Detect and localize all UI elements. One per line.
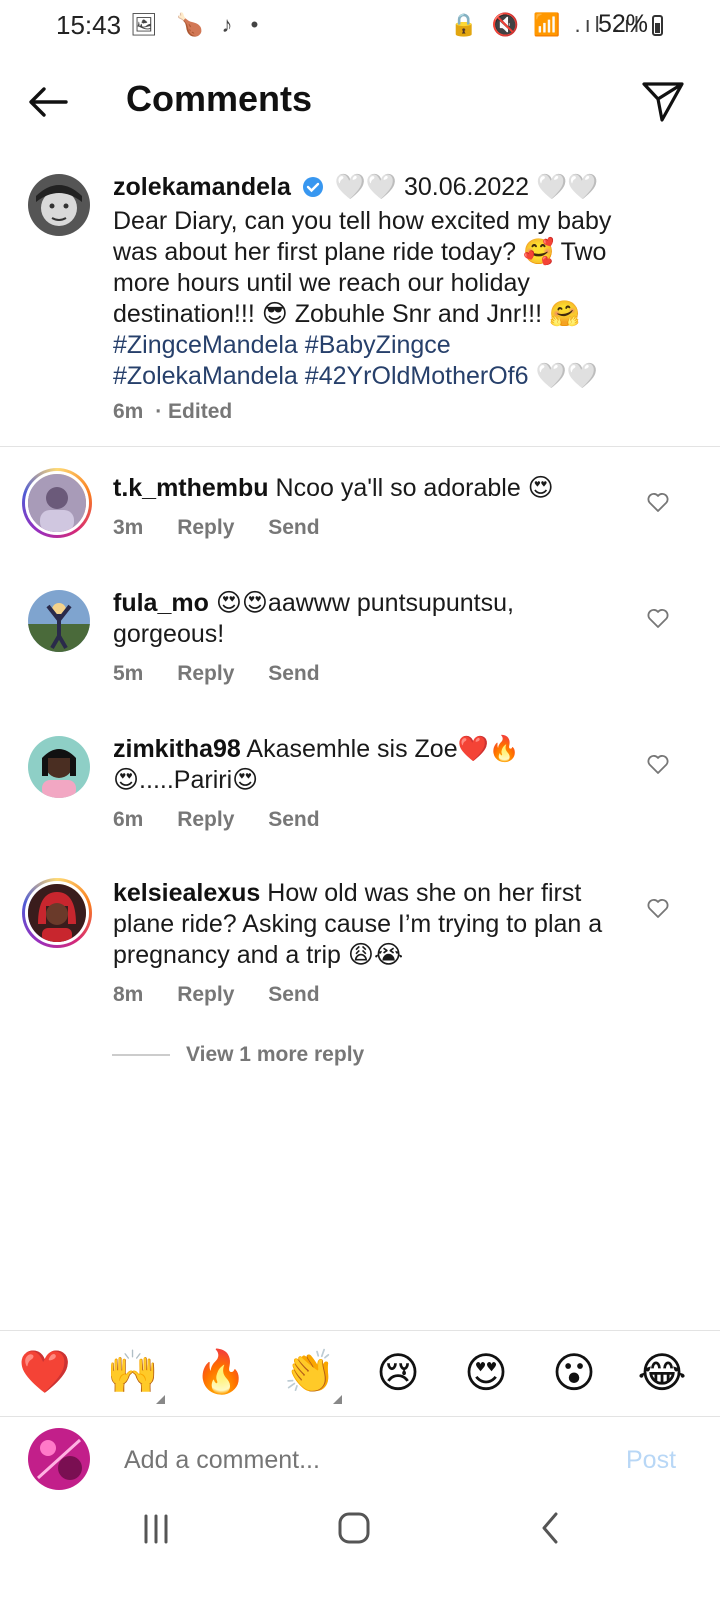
chevron-left-icon [542,1512,558,1544]
like-button[interactable] [646,490,670,514]
caption-time: 6m [113,400,144,423]
comment-time: 3m [113,516,144,539]
arrow-left-icon [29,87,68,117]
reply-button[interactable]: Reply [177,983,234,1006]
page-title: Comments [126,78,313,119]
like-button[interactable] [646,752,670,776]
heart-outline-icon [647,755,669,774]
comment-item: t.k_mthembu Ncoo ya'll so adorable 😍 3m … [0,468,720,548]
story-ring[interactable] [22,468,92,538]
emoji-surprised-face[interactable]: 😮 [544,1348,604,1397]
recent-apps-button[interactable] [138,1512,174,1546]
comment-time: 5m [113,662,144,685]
story-ring[interactable] [22,878,92,948]
battery-icon [652,15,663,36]
heart-outline-icon [647,609,669,628]
emoji-crying-face[interactable]: 😢 [368,1348,428,1397]
comment-username[interactable]: kelsiealexus [113,879,260,907]
comment-username[interactable]: fula_mo [113,589,209,617]
emoji-clapping-hands[interactable]: 👏 [280,1348,340,1397]
avatar [28,884,86,942]
avatar-photo [28,174,90,236]
heart-outline-icon [647,899,669,918]
reply-button[interactable]: Reply [177,662,234,685]
current-user-avatar [28,1428,90,1490]
edited-label: · Edited [155,400,233,423]
paper-plane-icon [642,82,684,122]
share-button[interactable] [640,78,686,124]
caption-username[interactable]: zolekamandela [113,173,291,201]
reply-button[interactable]: Reply [177,808,234,831]
home-button[interactable] [336,1510,372,1546]
back-nav-button[interactable] [536,1510,566,1546]
emoji-red-heart[interactable]: ❤️ [15,1348,75,1397]
comment-input[interactable] [124,1446,564,1475]
avatar-photo [28,590,90,652]
caption-hashtags[interactable]: #ZingceMandela #BabyZingce #ZolekaMandel… [113,331,529,390]
avatar [28,474,86,532]
avatar[interactable] [28,736,90,798]
skin-tone-indicator-icon [333,1395,342,1404]
avatar-photo [28,1428,90,1490]
emoji-heart-eyes[interactable]: 😍 [456,1348,516,1397]
divider [0,446,720,447]
skin-tone-indicator-icon [156,1395,165,1404]
comment-item: zimkitha98 Akasemhle sis Zoe❤️🔥😍.....Par… [0,734,720,844]
recent-apps-icon [144,1514,168,1544]
caption-meta: 6m · Edited [113,400,260,424]
emoji-tears-of-joy[interactable]: 😂 [632,1348,692,1397]
battery-percent: 52% [598,10,649,38]
send-button[interactable]: Send [268,808,319,831]
notification-icons: 🖼 🍗 ♪ • [130,12,265,37]
send-button[interactable]: Send [268,983,319,1006]
caption: zolekamandela 🤍🤍 30.06.2022 🤍🤍 Dear Diar… [0,173,720,444]
like-button[interactable] [646,896,670,920]
comment-composer: Post [0,1416,720,1506]
status-time: 15:43 [56,10,122,40]
header: Comments [0,60,720,140]
comment-time: 6m [113,808,144,831]
comment-item: fula_mo 😍😍aawww puntsupuntsu, gorgeous! … [0,588,720,698]
comment-time: 8m [113,983,144,1006]
home-icon [338,1512,370,1544]
avatar-photo [28,736,90,798]
comment-item: kelsiealexus How old was she on her firs… [0,878,720,1018]
comment-text: Ncoo ya'll so adorable 😍 [275,474,554,502]
send-button[interactable]: Send [268,662,319,685]
status-bar: 15:43 🖼 🍗 ♪ • 🔒 🔇 📶 .ıl .ıl 52% [0,0,720,52]
like-button[interactable] [646,606,670,630]
verified-badge-icon [302,175,324,206]
emoji-raising-hands[interactable]: 🙌 [103,1348,163,1397]
divider-line [112,1054,170,1056]
view-more-label: View 1 more reply [186,1043,365,1066]
quick-emoji-bar: ❤️ 🙌 🔥 👏 😢 😍 😮 😂 [0,1330,720,1416]
heart-outline-icon [647,493,669,512]
post-button[interactable]: Post [626,1446,676,1475]
system-nav-bar [0,1510,720,1600]
caption-text-end: 🤍🤍 [528,362,598,390]
view-more-replies[interactable]: View 1 more reply [112,1043,364,1067]
reply-button[interactable]: Reply [177,516,234,539]
avatar[interactable] [28,590,90,652]
comment-username[interactable]: zimkitha98 [113,735,241,763]
back-button[interactable] [24,78,72,126]
avatar[interactable] [28,174,90,236]
comment-username[interactable]: t.k_mthembu [113,474,269,502]
send-button[interactable]: Send [268,516,319,539]
emoji-fire[interactable]: 🔥 [191,1348,251,1397]
